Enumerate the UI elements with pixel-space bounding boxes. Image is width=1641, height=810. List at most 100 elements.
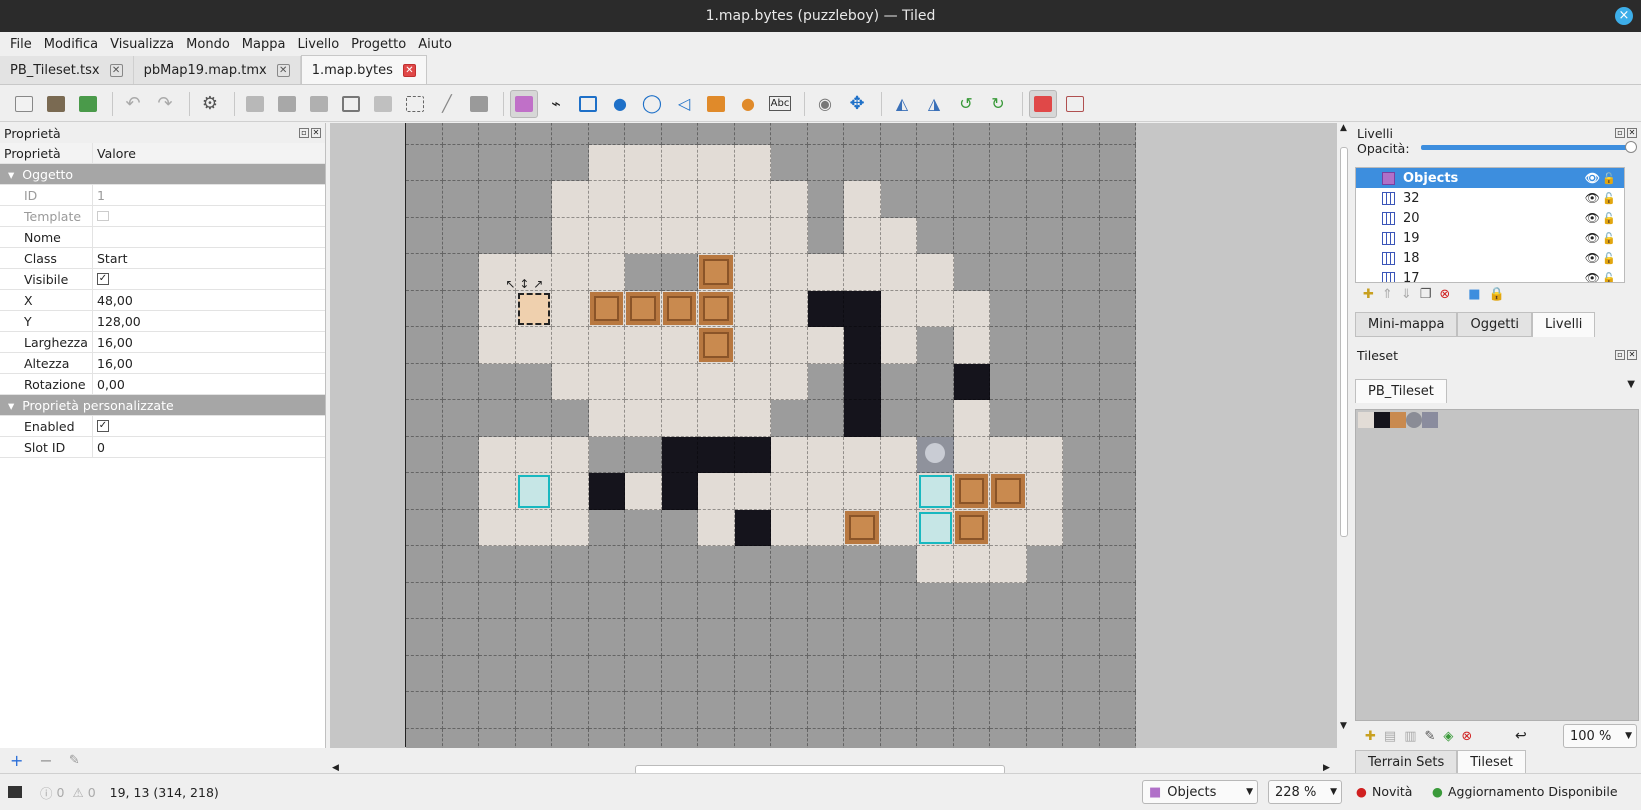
- map-tile-wall[interactable]: [1026, 363, 1063, 400]
- map-tile-wall[interactable]: [442, 436, 479, 473]
- map-tile-wall[interactable]: [1026, 144, 1063, 181]
- map-tile-floor[interactable]: [552, 327, 589, 364]
- property-row-y[interactable]: Y 128,00: [0, 311, 325, 332]
- map-tile-void[interactable]: [661, 473, 698, 510]
- map-tile-wall[interactable]: [588, 123, 625, 145]
- map-tile-wall[interactable]: [1099, 509, 1136, 546]
- export-tileset-icon[interactable]: ▥: [1404, 729, 1416, 744]
- map-tile-wall[interactable]: [917, 728, 954, 748]
- map-tile-wall[interactable]: [1026, 582, 1063, 619]
- map-tile-wall[interactable]: [917, 619, 954, 656]
- map-tile-wall[interactable]: [406, 254, 443, 291]
- map-tile-wall[interactable]: [990, 655, 1027, 692]
- map-tile-floor[interactable]: [734, 290, 771, 327]
- map-tile-void[interactable]: [734, 509, 771, 546]
- layer-item-objects[interactable]: Objects 👁 🔓: [1356, 168, 1624, 188]
- map-tile-floor[interactable]: [734, 473, 771, 510]
- map-tile-wall[interactable]: [625, 728, 662, 748]
- map-tile-floor[interactable]: [515, 473, 552, 510]
- map-tile-wall[interactable]: [1099, 582, 1136, 619]
- map-tile-wall[interactable]: [515, 123, 552, 145]
- map-tile-floor[interactable]: [661, 327, 698, 364]
- map-tile-floor[interactable]: [880, 217, 917, 254]
- map-tile-wall[interactable]: [1063, 254, 1100, 291]
- close-tab-icon[interactable]: ✕: [402, 63, 416, 77]
- map-tile-floor[interactable]: [552, 509, 589, 546]
- map-tile-floor[interactable]: [917, 546, 954, 583]
- map-tile-wall[interactable]: [771, 582, 808, 619]
- map-tile-floor[interactable]: [990, 509, 1027, 546]
- map-tile-wall[interactable]: [552, 582, 589, 619]
- map-tile-wall[interactable]: [1026, 546, 1063, 583]
- map-tile-floor[interactable]: [807, 327, 844, 364]
- map-tile-wall[interactable]: [1099, 254, 1136, 291]
- map-tile-void[interactable]: [844, 290, 881, 327]
- map-tile-floor[interactable]: [917, 473, 954, 510]
- undo-button[interactable]: ↶: [119, 90, 147, 118]
- float-icon[interactable]: ▫: [299, 128, 309, 138]
- map-tile-wall[interactable]: [442, 582, 479, 619]
- map-tile-wall[interactable]: [406, 728, 443, 748]
- map-tile-wall[interactable]: [625, 123, 662, 145]
- map-tile-wall[interactable]: [698, 546, 735, 583]
- map-tile-crate[interactable]: [661, 290, 698, 327]
- map-tile-floor[interactable]: [625, 400, 662, 437]
- map-tile-wall[interactable]: [515, 692, 552, 729]
- remove-property-icon[interactable]: −: [39, 751, 52, 770]
- map-tile-wall[interactable]: [479, 123, 516, 145]
- map-tile-wall[interactable]: [661, 509, 698, 546]
- map-tile-crate[interactable]: [953, 509, 990, 546]
- menu-mappa[interactable]: Mappa: [236, 37, 292, 52]
- map-tile-floor[interactable]: [1026, 436, 1063, 473]
- map-tile-wall[interactable]: [698, 123, 735, 145]
- map-tile-wall[interactable]: [661, 254, 698, 291]
- property-row-nome[interactable]: Nome: [0, 227, 325, 248]
- map-tile-floor[interactable]: [734, 254, 771, 291]
- map-tile-wall[interactable]: [406, 144, 443, 181]
- map-tile-wall[interactable]: [953, 181, 990, 218]
- map-tile-wall[interactable]: [807, 619, 844, 656]
- map-tile-wall[interactable]: [588, 692, 625, 729]
- scroll-left-icon[interactable]: ◀: [332, 763, 339, 773]
- map-tile-wall[interactable]: [917, 123, 954, 145]
- map-tile-crate[interactable]: [588, 290, 625, 327]
- map-tile-wall[interactable]: [880, 363, 917, 400]
- tab-pbmap19[interactable]: pbMap19.map.tmx ✕: [133, 56, 301, 84]
- map-tile-wall[interactable]: [479, 619, 516, 656]
- property-row-x[interactable]: X 48,00: [0, 290, 325, 311]
- map-tile-wall[interactable]: [588, 655, 625, 692]
- map-tile-wall[interactable]: [953, 144, 990, 181]
- close-window-button[interactable]: ×: [1615, 7, 1633, 25]
- tab-pb-tileset[interactable]: PB_Tileset.tsx ✕: [0, 56, 134, 84]
- map-tile-wall[interactable]: [990, 619, 1027, 656]
- map-tile-wall[interactable]: [771, 619, 808, 656]
- map-tile-wall[interactable]: [442, 546, 479, 583]
- tab-1-map-bytes[interactable]: 1.map.bytes ✕: [300, 55, 427, 84]
- map-tile-floor[interactable]: [880, 436, 917, 473]
- map-tile-floor[interactable]: [552, 181, 589, 218]
- map-tile-wall[interactable]: [442, 290, 479, 327]
- map-tile-wall[interactable]: [1026, 217, 1063, 254]
- map-tile-wall[interactable]: [1099, 290, 1136, 327]
- map-tile-wall[interactable]: [515, 144, 552, 181]
- map-tile-wall[interactable]: [880, 400, 917, 437]
- map-tile-void[interactable]: [588, 473, 625, 510]
- new-layer-icon[interactable]: ✚: [1363, 287, 1374, 302]
- map-tile-wall[interactable]: [990, 254, 1027, 291]
- map-tile-wall[interactable]: [917, 327, 954, 364]
- close-tab-icon[interactable]: ✕: [276, 63, 290, 77]
- console-icon[interactable]: [8, 786, 22, 798]
- close-panel-icon[interactable]: ✕: [1627, 128, 1637, 138]
- snap-button[interactable]: [1061, 90, 1089, 118]
- close-panel-icon[interactable]: ✕: [311, 128, 321, 138]
- map-tile-wall[interactable]: [1099, 692, 1136, 729]
- map-tile-floor[interactable]: [771, 217, 808, 254]
- map-tile-wall[interactable]: [1099, 619, 1136, 656]
- map-tile-wall[interactable]: [1099, 473, 1136, 510]
- map-tile-floor[interactable]: [953, 327, 990, 364]
- layer-item-32[interactable]: 32 👁 🔓: [1356, 188, 1624, 208]
- map-tile-wall[interactable]: [990, 400, 1027, 437]
- lock-icon[interactable]: 🔓: [1602, 252, 1616, 265]
- map-tile-wall[interactable]: [1063, 217, 1100, 254]
- map-tile-wall[interactable]: [479, 728, 516, 748]
